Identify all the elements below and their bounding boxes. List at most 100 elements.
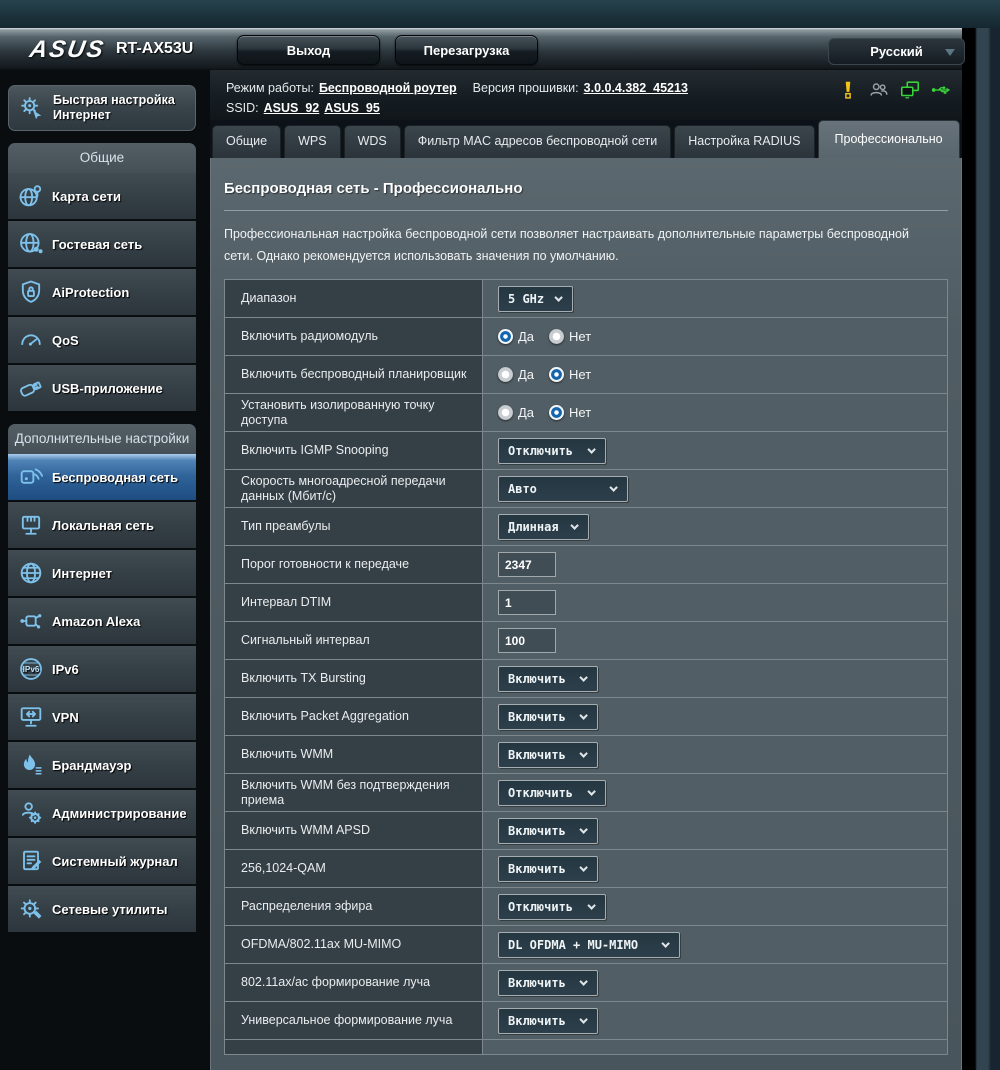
sidebar-item-ipv6[interactable]: IPv6 IPv6	[8, 646, 196, 692]
radio-unselected-icon[interactable]	[498, 367, 513, 382]
sidebar-item-label: VPN	[52, 709, 79, 725]
radio-selected-icon[interactable]	[498, 329, 513, 344]
usb-app-icon	[14, 372, 48, 404]
sidebar-item-usb-app[interactable]: USB-приложение	[8, 365, 196, 411]
dropdown-select[interactable]: DL OFDMA + MU-MIMO	[498, 931, 680, 958]
radio-option[interactable]: Да	[498, 405, 534, 420]
clients-icon[interactable]	[868, 79, 890, 101]
chevron-down-icon	[587, 900, 596, 910]
radio-option-label: Нет	[569, 367, 592, 382]
form-row-value: DL OFDMA + MU-MIMO	[483, 926, 947, 963]
text-input[interactable]	[498, 590, 556, 615]
dropdown-select[interactable]: Отключить	[498, 437, 606, 464]
dropdown-select[interactable]: Включить	[498, 817, 598, 844]
usb-icon[interactable]	[930, 79, 952, 101]
form-row-value: Включить	[483, 698, 947, 735]
sidebar-item-vpn[interactable]: VPN	[8, 694, 196, 740]
radio-unselected-icon[interactable]	[549, 329, 565, 344]
mode-link[interactable]: Беспроводной роутер	[319, 81, 457, 95]
sidebar-item-wireless[interactable]: Беспроводная сеть	[8, 454, 196, 500]
form-row-label: Интервал DTIM	[225, 584, 483, 621]
sidebar-item-network-tools[interactable]: Сетевые утилиты	[8, 886, 196, 932]
form-row-label: Включить TX Bursting	[225, 660, 483, 697]
dropdown-value: 5 GHz	[508, 291, 545, 306]
firewall-icon	[14, 749, 48, 781]
tab-профессионально[interactable]: Профессионально	[817, 120, 960, 158]
dropdown-select[interactable]: Включить	[498, 969, 598, 996]
svg-text:IPv6: IPv6	[23, 665, 40, 674]
top-strip	[0, 0, 1000, 28]
dropdown-select[interactable]: Включить	[498, 855, 598, 882]
language-select[interactable]: Русский	[828, 38, 965, 65]
ssid-link-2[interactable]: ASUS_95	[324, 101, 380, 115]
radio-option[interactable]: Нет	[549, 405, 591, 420]
devices-icon[interactable]	[899, 79, 921, 101]
form-row-value: Да Нет	[483, 394, 947, 431]
sidebar-item-administration[interactable]: Администрирование	[8, 790, 196, 836]
dropdown-select[interactable]: Длинная	[498, 513, 590, 540]
dropdown-select[interactable]: Включить	[498, 741, 598, 768]
sidebar-item-alexa[interactable]: Amazon Alexa	[8, 598, 196, 644]
ssid-link-1[interactable]: ASUS_92	[264, 101, 320, 115]
quick-setup-icon	[15, 92, 49, 124]
chevron-down-icon	[578, 862, 588, 872]
dropdown-select[interactable]: Авто	[498, 475, 628, 502]
form-row-label: Включить Packet Aggregation	[225, 698, 483, 735]
sidebar-item-firewall[interactable]: Брандмауэр	[8, 742, 196, 788]
radio-selected-icon[interactable]	[549, 405, 565, 420]
quick-setup-button[interactable]: Быстрая настройка Интернет	[8, 85, 196, 131]
form-row-value: Отключить	[483, 432, 947, 469]
dropdown-select[interactable]: Включить	[498, 665, 598, 692]
warning-icon[interactable]	[837, 79, 859, 101]
chevron-down-icon	[578, 710, 588, 720]
dropdown-select[interactable]: Включить	[498, 703, 598, 730]
dropdown-select[interactable]: 5 GHz	[498, 285, 573, 312]
lan-icon	[14, 509, 48, 541]
radio-option[interactable]: Нет	[549, 329, 591, 344]
radio-unselected-icon[interactable]	[498, 405, 513, 420]
reboot-button[interactable]: Перезагрузка	[395, 35, 538, 65]
form-row-label: Тип преамбулы	[225, 508, 483, 545]
text-input[interactable]	[498, 628, 556, 653]
form-row-label: Сигнальный интервал	[225, 622, 483, 659]
tab-настройка-radius[interactable]: Настройка RADIUS	[674, 125, 815, 158]
dropdown-select[interactable]: Отключить	[498, 779, 606, 806]
alexa-icon	[14, 605, 48, 637]
tab-фильтр-mac-адресов-беспроводной-сети[interactable]: Фильтр MAC адресов беспроводной сети	[403, 125, 672, 158]
sidebar-item-wan[interactable]: Интернет	[8, 550, 196, 596]
firmware-link[interactable]: 3.0.0.4.382_45213	[584, 81, 688, 95]
sidebar-item-lan[interactable]: Локальная сеть	[8, 502, 196, 548]
form-row-value: Включить	[483, 1002, 947, 1039]
title-divider	[224, 210, 948, 211]
page-title: Беспроводная сеть - Профессионально	[224, 180, 523, 197]
radio-option[interactable]: Да	[498, 367, 534, 382]
form-row-value: Включить	[483, 812, 947, 849]
form-row: Диапазон 5 GHz	[225, 280, 947, 318]
sidebar-item-syslog[interactable]: Системный журнал	[8, 838, 196, 884]
form-row: 256,1024-QAM Включить	[225, 850, 947, 888]
sidebar-item-aiprotection[interactable]: AiProtection	[8, 269, 196, 315]
tab-общие[interactable]: Общие	[212, 125, 282, 158]
sidebar-item-guest-network[interactable]: Гостевая сеть	[8, 221, 196, 267]
dropdown-select[interactable]: Включить	[498, 1007, 598, 1034]
form-row-label: Включить WMM	[225, 736, 483, 773]
info-bar: Режим работы: Беспроводной роутер Версия…	[210, 70, 962, 120]
form-row	[225, 1040, 947, 1054]
form-row-value: 5 GHz	[483, 280, 947, 317]
form-row-value: Включить	[483, 964, 947, 1001]
dropdown-value: Включить	[508, 861, 566, 876]
logout-button[interactable]: Выход	[237, 35, 380, 65]
sidebar-item-network-map[interactable]: Карта сети	[8, 173, 196, 219]
form-row-value	[483, 546, 947, 583]
dropdown-select[interactable]: Отключить	[498, 893, 606, 920]
radio-selected-icon[interactable]	[549, 367, 565, 382]
sidebar-item-qos[interactable]: QoS	[8, 317, 196, 363]
radio-option[interactable]: Нет	[549, 367, 591, 382]
form-row: Интервал DTIM	[225, 584, 947, 622]
tab-wps[interactable]: WPS	[284, 125, 341, 158]
vpn-icon	[14, 701, 48, 733]
tab-wds[interactable]: WDS	[343, 125, 401, 158]
radio-option-label: Да	[518, 367, 535, 382]
radio-option[interactable]: Да	[498, 329, 534, 344]
text-input[interactable]	[498, 552, 556, 577]
